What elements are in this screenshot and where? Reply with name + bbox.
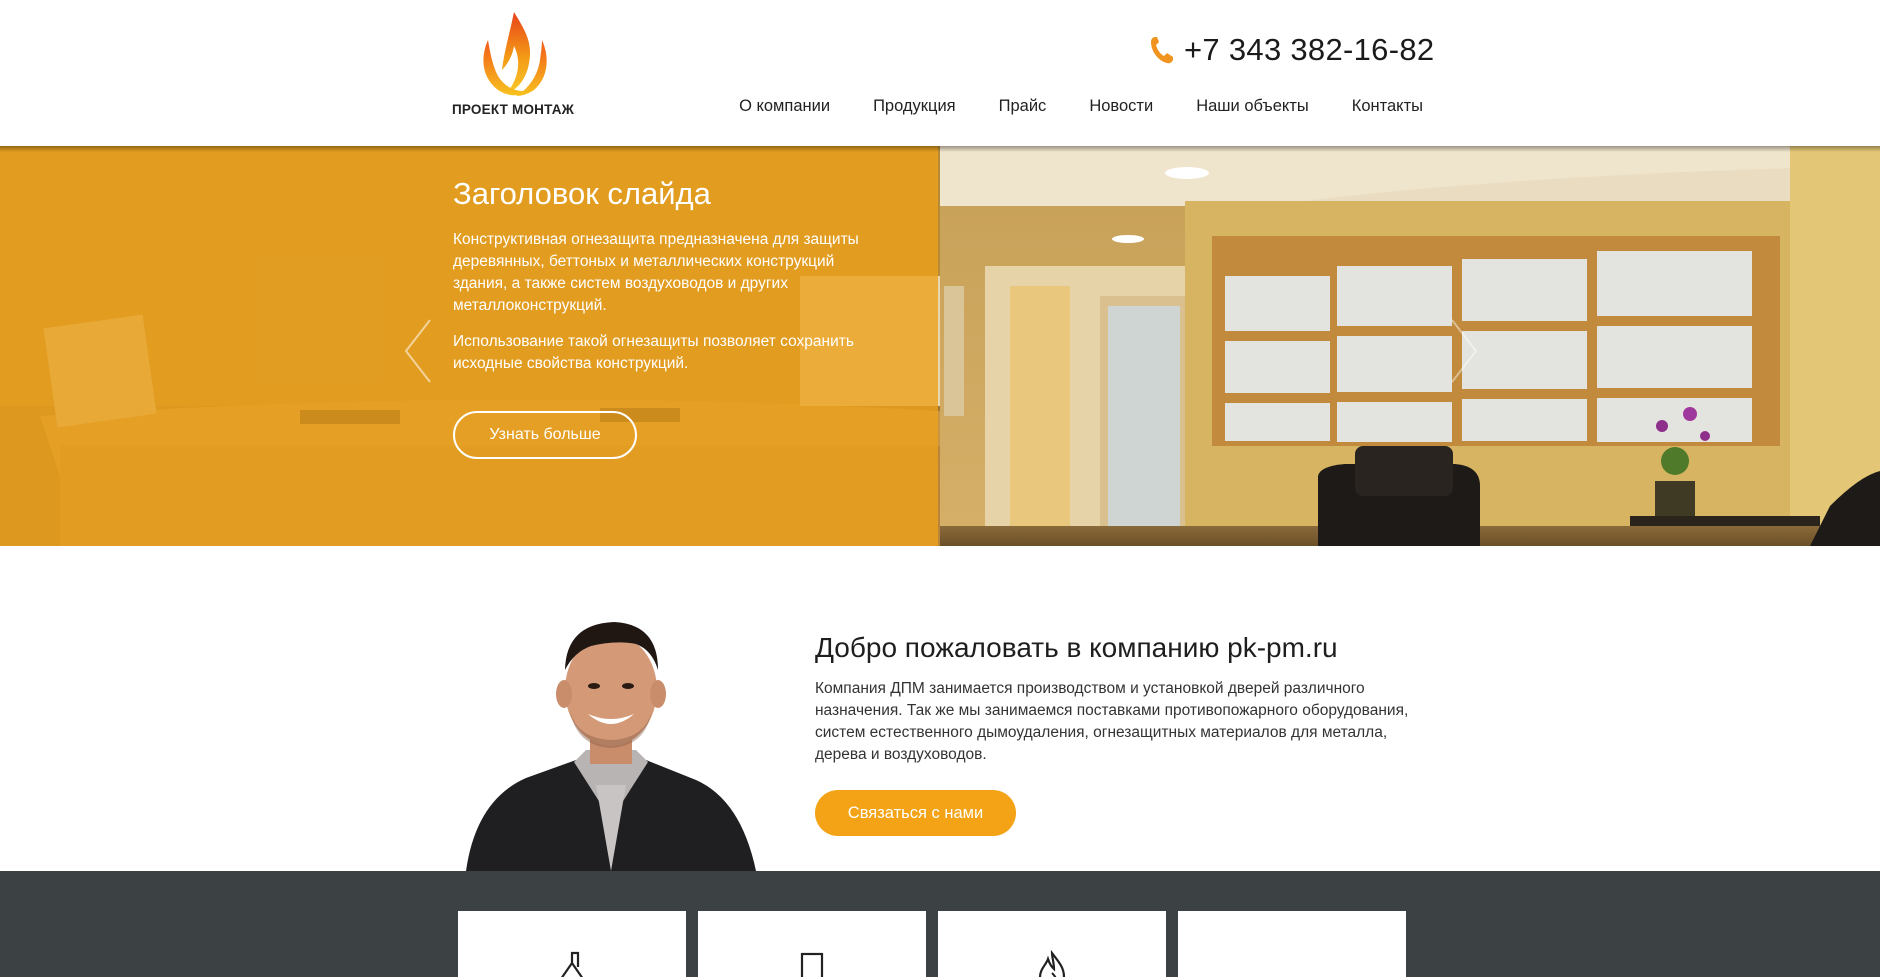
contact-us-button[interactable]: Связаться с нами	[815, 790, 1016, 836]
welcome-body: Компания ДПМ занимается производством и …	[815, 680, 1409, 763]
businessman-photo	[466, 622, 756, 871]
nav-item-contacts[interactable]: Контакты	[1352, 97, 1423, 116]
nav-item-about[interactable]: О компании	[739, 97, 830, 116]
slide-paragraph-1: Конструктивная огнезащита предназначена …	[453, 231, 859, 314]
feature-card-1[interactable]	[458, 911, 686, 977]
phone-number[interactable]: +7 343 382-16-82	[1184, 32, 1434, 68]
slide-title: Заголовок слайда	[453, 176, 711, 211]
site-header: ПРОЕКТ МОНТАЖ +7 343 382-16-82 О компани…	[0, 0, 1880, 146]
feature-card-4[interactable]	[1178, 911, 1406, 977]
slide-paragraph-2: Использование такой огнезащиты позволяет…	[453, 333, 854, 372]
nav-item-price[interactable]: Прайс	[999, 97, 1047, 116]
feature-card-3[interactable]	[938, 911, 1166, 977]
brand-name: ПРОЕКТ МОНТАЖ	[452, 102, 575, 117]
main-nav: О компании Продукция Прайс Новости Наши …	[739, 97, 1423, 116]
slide-caption: Заголовок слайда Конструктивная огнезащи…	[453, 176, 873, 459]
learn-more-button[interactable]: Узнать больше	[453, 411, 637, 459]
header-phone: +7 343 382-16-82	[1150, 30, 1434, 70]
nav-item-objects[interactable]: Наши объекты	[1196, 97, 1309, 116]
phone-icon	[1151, 37, 1173, 64]
flame-logo-icon	[483, 12, 547, 96]
chevron-right-icon[interactable]	[1446, 316, 1482, 386]
door-icon	[800, 952, 824, 977]
fire-icon	[1038, 949, 1066, 977]
welcome-title: Добро пожаловать в компанию pk-pm.ru	[815, 632, 1338, 663]
nav-item-news[interactable]: Новости	[1089, 97, 1153, 116]
hero-slider: Заголовок слайда Конструктивная огнезащи…	[0, 146, 1880, 546]
feature-card-2[interactable]	[698, 911, 926, 977]
logo-link[interactable]: ПРОЕКТ МОНТАЖ	[452, 10, 582, 120]
roof-icon	[560, 951, 584, 977]
nav-item-products[interactable]: Продукция	[873, 97, 956, 116]
hero-top-shadow	[0, 146, 1880, 152]
welcome-text: Добро пожаловать в компанию pk-pm.ru Ком…	[815, 632, 1427, 836]
features-strip	[0, 871, 1880, 977]
welcome-section: Добро пожаловать в компанию pk-pm.ru Ком…	[0, 546, 1880, 871]
chevron-left-icon[interactable]	[400, 316, 436, 386]
